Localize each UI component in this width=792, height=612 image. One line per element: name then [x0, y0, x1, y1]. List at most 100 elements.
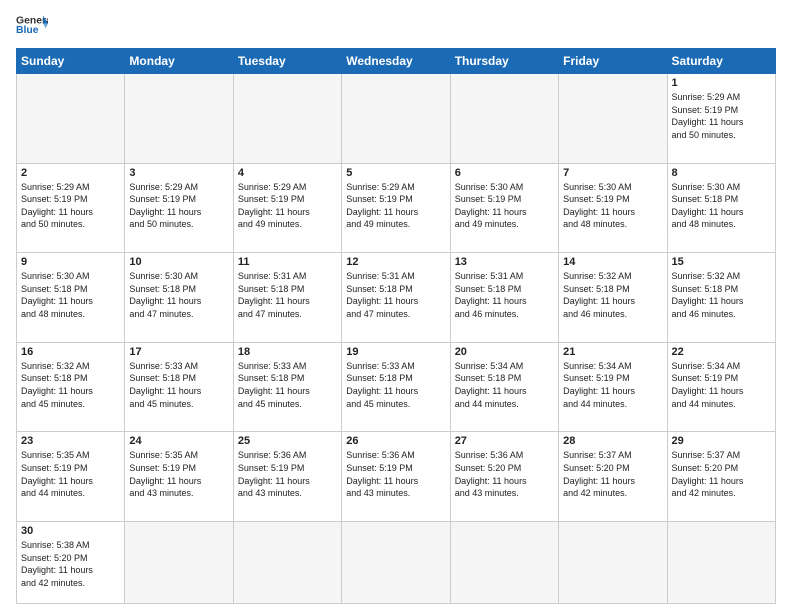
day-info: Sunrise: 5:37 AM Sunset: 5:20 PM Dayligh… [563, 449, 662, 499]
day-cell [450, 74, 558, 164]
day-cell: 26 Sunrise: 5:36 AM Sunset: 5:19 PM Dayli… [342, 432, 450, 522]
day-info: Sunrise: 5:29 AM Sunset: 5:19 PM Dayligh… [238, 181, 337, 231]
day-cell: 18Sunrise: 5:33 AM Sunset: 5:18 PM Dayli… [233, 342, 341, 432]
day-cell [342, 74, 450, 164]
day-info: Sunrise: 5:30 AM Sunset: 5:18 PM Dayligh… [129, 270, 228, 320]
day-number: 4 [238, 167, 337, 179]
day-number: 20 [455, 346, 554, 358]
day-cell: 21Sunrise: 5:34 AM Sunset: 5:19 PM Dayli… [559, 342, 667, 432]
day-cell: 1 Sunrise: 5:29 AM Sunset: 5:19 PM Daylig… [667, 74, 775, 164]
day-cell [667, 521, 775, 603]
day-number: 7 [563, 167, 662, 179]
header-row: SundayMondayTuesdayWednesdayThursdayFrid… [17, 49, 776, 74]
day-info: Sunrise: 5:33 AM Sunset: 5:18 PM Dayligh… [346, 360, 445, 410]
day-info: Sunrise: 5:31 AM Sunset: 5:18 PM Dayligh… [346, 270, 445, 320]
day-info: Sunrise: 5:29 AM Sunset: 5:19 PM Dayligh… [672, 91, 771, 141]
logo: General Blue [16, 12, 48, 40]
day-info: Sunrise: 5:30 AM Sunset: 5:18 PM Dayligh… [672, 181, 771, 231]
day-number: 21 [563, 346, 662, 358]
day-number: 15 [672, 256, 771, 268]
day-number: 27 [455, 435, 554, 447]
day-number: 8 [672, 167, 771, 179]
day-number: 30 [21, 525, 120, 537]
week-row-3: 9 Sunrise: 5:30 AM Sunset: 5:18 PM Daylig… [17, 253, 776, 343]
day-cell: 10 Sunrise: 5:30 AM Sunset: 5:18 PM Dayli… [125, 253, 233, 343]
day-info: Sunrise: 5:36 AM Sunset: 5:19 PM Dayligh… [346, 449, 445, 499]
day-cell: 3 Sunrise: 5:29 AM Sunset: 5:19 PM Daylig… [125, 163, 233, 253]
day-info: Sunrise: 5:32 AM Sunset: 5:18 PM Dayligh… [21, 360, 120, 410]
day-number: 10 [129, 256, 228, 268]
day-cell [233, 521, 341, 603]
day-info: Sunrise: 5:30 AM Sunset: 5:19 PM Dayligh… [455, 181, 554, 231]
day-cell: 28Sunrise: 5:37 AM Sunset: 5:20 PM Dayli… [559, 432, 667, 522]
day-number: 26 [346, 435, 445, 447]
day-cell: 14Sunrise: 5:32 AM Sunset: 5:18 PM Dayli… [559, 253, 667, 343]
col-header-monday: Monday [125, 49, 233, 74]
day-cell: 5Sunrise: 5:29 AM Sunset: 5:19 PM Daylig… [342, 163, 450, 253]
day-info: Sunrise: 5:33 AM Sunset: 5:18 PM Dayligh… [129, 360, 228, 410]
day-cell: 11 Sunrise: 5:31 AM Sunset: 5:18 PM Dayli… [233, 253, 341, 343]
day-number: 12 [346, 256, 445, 268]
day-cell [17, 74, 125, 164]
day-info: Sunrise: 5:29 AM Sunset: 5:19 PM Dayligh… [346, 181, 445, 231]
day-info: Sunrise: 5:34 AM Sunset: 5:19 PM Dayligh… [672, 360, 771, 410]
day-info: Sunrise: 5:31 AM Sunset: 5:18 PM Dayligh… [455, 270, 554, 320]
day-number: 17 [129, 346, 228, 358]
day-info: Sunrise: 5:31 AM Sunset: 5:18 PM Dayligh… [238, 270, 337, 320]
week-row-5: 23 Sunrise: 5:35 AM Sunset: 5:19 PM Dayli… [17, 432, 776, 522]
day-cell: 27Sunrise: 5:36 AM Sunset: 5:20 PM Dayli… [450, 432, 558, 522]
day-number: 13 [455, 256, 554, 268]
day-cell: 19 Sunrise: 5:33 AM Sunset: 5:18 PM Dayli… [342, 342, 450, 432]
day-number: 16 [21, 346, 120, 358]
col-header-tuesday: Tuesday [233, 49, 341, 74]
day-number: 19 [346, 346, 445, 358]
day-cell: 15 Sunrise: 5:32 AM Sunset: 5:18 PM Dayli… [667, 253, 775, 343]
col-header-wednesday: Wednesday [342, 49, 450, 74]
day-cell [125, 521, 233, 603]
day-cell [450, 521, 558, 603]
day-cell [559, 521, 667, 603]
col-header-thursday: Thursday [450, 49, 558, 74]
day-cell [559, 74, 667, 164]
day-cell: 30Sunrise: 5:38 AM Sunset: 5:20 PM Dayli… [17, 521, 125, 603]
col-header-saturday: Saturday [667, 49, 775, 74]
day-number: 29 [672, 435, 771, 447]
day-cell: 12 Sunrise: 5:31 AM Sunset: 5:18 PM Dayli… [342, 253, 450, 343]
day-info: Sunrise: 5:33 AM Sunset: 5:18 PM Dayligh… [238, 360, 337, 410]
day-cell: 16 Sunrise: 5:32 AM Sunset: 5:18 PM Dayli… [17, 342, 125, 432]
day-info: Sunrise: 5:32 AM Sunset: 5:18 PM Dayligh… [563, 270, 662, 320]
day-cell: 7Sunrise: 5:30 AM Sunset: 5:19 PM Daylig… [559, 163, 667, 253]
day-number: 22 [672, 346, 771, 358]
day-info: Sunrise: 5:35 AM Sunset: 5:19 PM Dayligh… [129, 449, 228, 499]
day-info: Sunrise: 5:29 AM Sunset: 5:19 PM Dayligh… [129, 181, 228, 231]
day-number: 3 [129, 167, 228, 179]
day-number: 9 [21, 256, 120, 268]
day-number: 1 [672, 77, 771, 89]
day-number: 25 [238, 435, 337, 447]
day-cell: 8 Sunrise: 5:30 AM Sunset: 5:18 PM Daylig… [667, 163, 775, 253]
day-info: Sunrise: 5:35 AM Sunset: 5:19 PM Dayligh… [21, 449, 120, 499]
day-cell: 17 Sunrise: 5:33 AM Sunset: 5:18 PM Dayli… [125, 342, 233, 432]
day-cell: 29Sunrise: 5:37 AM Sunset: 5:20 PM Dayli… [667, 432, 775, 522]
day-cell: 20Sunrise: 5:34 AM Sunset: 5:18 PM Dayli… [450, 342, 558, 432]
day-cell [342, 521, 450, 603]
day-info: Sunrise: 5:32 AM Sunset: 5:18 PM Dayligh… [672, 270, 771, 320]
day-number: 23 [21, 435, 120, 447]
day-info: Sunrise: 5:29 AM Sunset: 5:19 PM Dayligh… [21, 181, 120, 231]
day-info: Sunrise: 5:36 AM Sunset: 5:19 PM Dayligh… [238, 449, 337, 499]
day-cell: 13 Sunrise: 5:31 AM Sunset: 5:18 PM Dayli… [450, 253, 558, 343]
day-number: 11 [238, 256, 337, 268]
day-number: 6 [455, 167, 554, 179]
day-cell [233, 74, 341, 164]
day-cell: 4 Sunrise: 5:29 AM Sunset: 5:19 PM Daylig… [233, 163, 341, 253]
week-row-4: 16 Sunrise: 5:32 AM Sunset: 5:18 PM Dayli… [17, 342, 776, 432]
logo-icon: General Blue [16, 12, 48, 40]
svg-text:Blue: Blue [16, 25, 39, 36]
calendar-table: SundayMondayTuesdayWednesdayThursdayFrid… [16, 48, 776, 604]
day-cell: 22 Sunrise: 5:34 AM Sunset: 5:19 PM Dayli… [667, 342, 775, 432]
week-row-2: 2 Sunrise: 5:29 AM Sunset: 5:19 PM Daylig… [17, 163, 776, 253]
day-number: 24 [129, 435, 228, 447]
day-cell: 6 Sunrise: 5:30 AM Sunset: 5:19 PM Daylig… [450, 163, 558, 253]
day-info: Sunrise: 5:30 AM Sunset: 5:18 PM Dayligh… [21, 270, 120, 320]
day-number: 2 [21, 167, 120, 179]
